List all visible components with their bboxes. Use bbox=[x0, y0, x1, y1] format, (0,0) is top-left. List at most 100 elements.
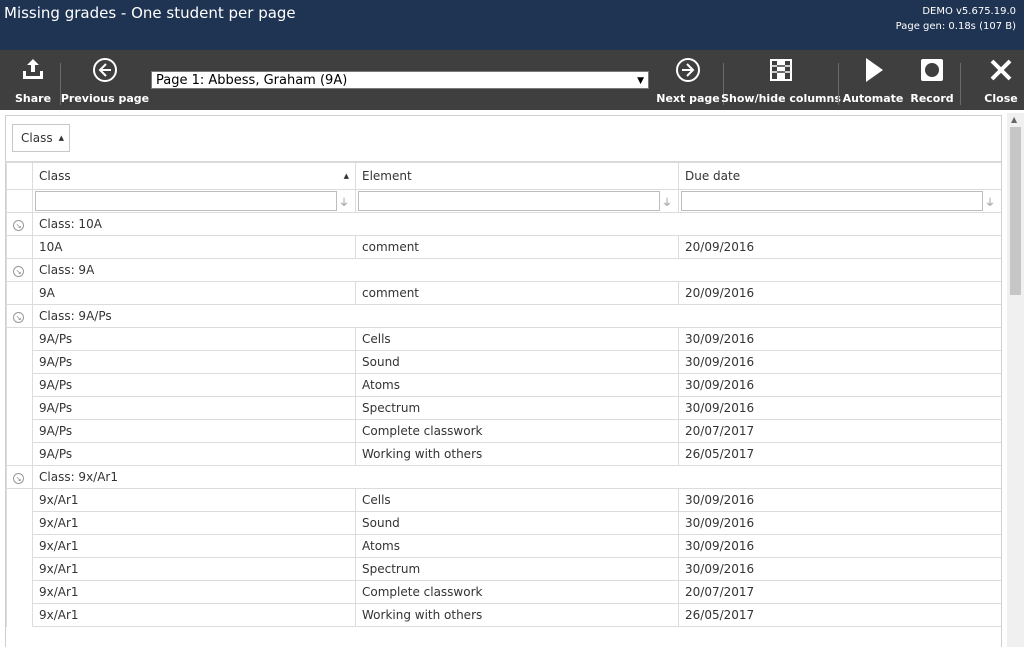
column-header-class[interactable]: Class ▲ bbox=[32, 162, 356, 190]
row-indent bbox=[6, 235, 33, 259]
filter-input-class[interactable] bbox=[35, 191, 337, 211]
group-label: Class: 9x/Ar1 bbox=[32, 465, 1001, 489]
collapse-group-icon[interactable]: ↘ bbox=[13, 473, 24, 484]
share-icon bbox=[19, 56, 47, 84]
cell-element: Spectrum bbox=[355, 396, 679, 420]
cell-element: comment bbox=[355, 281, 679, 305]
arrow-left-circle-icon bbox=[91, 56, 119, 84]
table-row[interactable]: 9A/Ps Working with others 26/05/2017 bbox=[6, 442, 1001, 466]
cell-class: 9x/Ar1 bbox=[32, 511, 356, 535]
group-expander-cell: ↘ bbox=[6, 465, 33, 489]
cell-class: 9A/Ps bbox=[32, 442, 356, 466]
table-row[interactable]: 9x/Ar1 Cells 30/09/2016 bbox=[6, 488, 1001, 512]
close-button[interactable]: Close bbox=[984, 50, 1018, 110]
collapse-group-icon[interactable]: ↘ bbox=[13, 220, 24, 231]
vertical-scrollbar[interactable]: ▲ bbox=[1007, 113, 1024, 647]
table-row[interactable]: 9x/Ar1 Atoms 30/09/2016 bbox=[6, 534, 1001, 558]
close-icon bbox=[987, 56, 1015, 84]
table-row[interactable]: 9A/Ps Cells 30/09/2016 bbox=[6, 327, 1001, 351]
table-row[interactable]: 9A/Ps Complete classwork 20/07/2017 bbox=[6, 419, 1001, 443]
filter-input-due-date[interactable] bbox=[681, 191, 983, 211]
cell-class: 9x/Ar1 bbox=[32, 488, 356, 512]
row-indent bbox=[6, 557, 33, 581]
show-hide-columns-button[interactable]: Show/hide columns bbox=[721, 50, 841, 110]
grid-container: Class ▲ Class ▲ Element Due date ⏚ ⏚ ⏚ ↘… bbox=[5, 115, 1002, 647]
cell-element: Cells bbox=[355, 488, 679, 512]
table-row[interactable]: 9x/Ar1 Complete classwork 20/07/2017 bbox=[6, 580, 1001, 604]
cell-due-date: 30/09/2016 bbox=[678, 488, 1001, 512]
scroll-up-icon[interactable]: ▲ bbox=[1011, 115, 1017, 124]
filter-icon[interactable]: ⏚ bbox=[985, 194, 995, 209]
record-icon bbox=[918, 56, 946, 84]
share-button[interactable]: Share bbox=[14, 50, 52, 110]
table-row[interactable]: 9x/Ar1 Working with others 26/05/2017 bbox=[6, 603, 1001, 627]
group-row[interactable]: ↘ Class: 10A bbox=[6, 212, 1001, 236]
table-row[interactable]: 9A comment 20/09/2016 bbox=[6, 281, 1001, 305]
column-header-element[interactable]: Element bbox=[355, 162, 679, 190]
filter-input-element[interactable] bbox=[358, 191, 660, 211]
table-row[interactable]: 9x/Ar1 Spectrum 30/09/2016 bbox=[6, 557, 1001, 581]
table-row[interactable]: 10A comment 20/09/2016 bbox=[6, 235, 1001, 259]
arrow-right-circle-icon bbox=[674, 56, 702, 84]
group-row[interactable]: ↘ Class: 9x/Ar1 bbox=[6, 465, 1001, 489]
table-row[interactable]: 9A/Ps Atoms 30/09/2016 bbox=[6, 373, 1001, 397]
window-title: Missing grades - One student per page bbox=[4, 4, 296, 22]
group-expander-cell: ↘ bbox=[6, 304, 33, 328]
row-indent bbox=[6, 350, 33, 374]
filter-icon[interactable]: ⏚ bbox=[339, 194, 349, 209]
cell-class: 10A bbox=[32, 235, 356, 259]
group-row[interactable]: ↘ Class: 9A/Ps bbox=[6, 304, 1001, 328]
group-by-panel: Class ▲ bbox=[6, 116, 1001, 162]
table-row[interactable]: 9x/Ar1 Sound 30/09/2016 bbox=[6, 511, 1001, 535]
group-label: Class: 10A bbox=[32, 212, 1001, 236]
table-row[interactable]: 9A/Ps Spectrum 30/09/2016 bbox=[6, 396, 1001, 420]
collapse-group-icon[interactable]: ↘ bbox=[13, 312, 24, 323]
column-header-label: Element bbox=[362, 169, 412, 183]
cell-class: 9x/Ar1 bbox=[32, 557, 356, 581]
group-label: Class: 9A/Ps bbox=[32, 304, 1001, 328]
grid-body: ↘ Class: 10A 10A comment 20/09/2016 ↘ Class: 9… bbox=[6, 212, 1001, 627]
filter-cell-due-date: ⏚ bbox=[678, 189, 1001, 213]
cell-class: 9A bbox=[32, 281, 356, 305]
column-header-label: Class bbox=[39, 169, 71, 183]
scrollbar-thumb[interactable] bbox=[1010, 127, 1021, 295]
record-label: Record bbox=[910, 92, 954, 105]
row-indent bbox=[6, 419, 33, 443]
collapse-group-icon[interactable]: ↘ bbox=[13, 266, 24, 277]
row-indent bbox=[6, 373, 33, 397]
cell-class: 9x/Ar1 bbox=[32, 603, 356, 627]
group-chip-class[interactable]: Class ▲ bbox=[12, 124, 70, 152]
cell-element: Spectrum bbox=[355, 557, 679, 581]
toolbar: Share Previous page Page 1: Abbess, Grah… bbox=[0, 50, 1024, 110]
group-row[interactable]: ↘ Class: 9A bbox=[6, 258, 1001, 282]
header-row: Class ▲ Element Due date bbox=[6, 162, 1001, 190]
filter-row: ⏚ ⏚ ⏚ bbox=[6, 189, 1001, 213]
page-select-value: Page 1: Abbess, Graham (9A) bbox=[156, 73, 348, 88]
page-select[interactable]: Page 1: Abbess, Graham (9A) ▼ bbox=[151, 71, 649, 89]
cell-element: Working with others bbox=[355, 603, 679, 627]
cell-due-date: 26/05/2017 bbox=[678, 442, 1001, 466]
columns-icon bbox=[767, 56, 795, 84]
share-label: Share bbox=[14, 92, 52, 105]
record-button[interactable]: Record bbox=[910, 50, 954, 110]
show-hide-columns-label: Show/hide columns bbox=[721, 92, 841, 105]
close-label: Close bbox=[984, 92, 1018, 105]
toolbar-divider bbox=[838, 63, 839, 105]
table-row[interactable]: 9A/Ps Sound 30/09/2016 bbox=[6, 350, 1001, 374]
cell-class: 9A/Ps bbox=[32, 396, 356, 420]
filter-icon[interactable]: ⏚ bbox=[662, 194, 672, 209]
previous-page-button[interactable]: Previous page bbox=[61, 50, 149, 110]
cell-due-date: 30/09/2016 bbox=[678, 511, 1001, 535]
cell-class: 9A/Ps bbox=[32, 327, 356, 351]
next-page-button[interactable]: Next page bbox=[656, 50, 720, 110]
automate-label: Automate bbox=[842, 92, 904, 105]
toolbar-divider bbox=[960, 63, 961, 105]
row-indent bbox=[6, 442, 33, 466]
automate-button[interactable]: Automate bbox=[843, 50, 903, 110]
cell-element: Sound bbox=[355, 511, 679, 535]
column-header-due-date[interactable]: Due date bbox=[678, 162, 1001, 190]
cell-class: 9A/Ps bbox=[32, 419, 356, 443]
title-bar: Missing grades - One student per page DE… bbox=[0, 0, 1024, 50]
cell-due-date: 30/09/2016 bbox=[678, 396, 1001, 420]
filter-spacer bbox=[6, 189, 33, 213]
